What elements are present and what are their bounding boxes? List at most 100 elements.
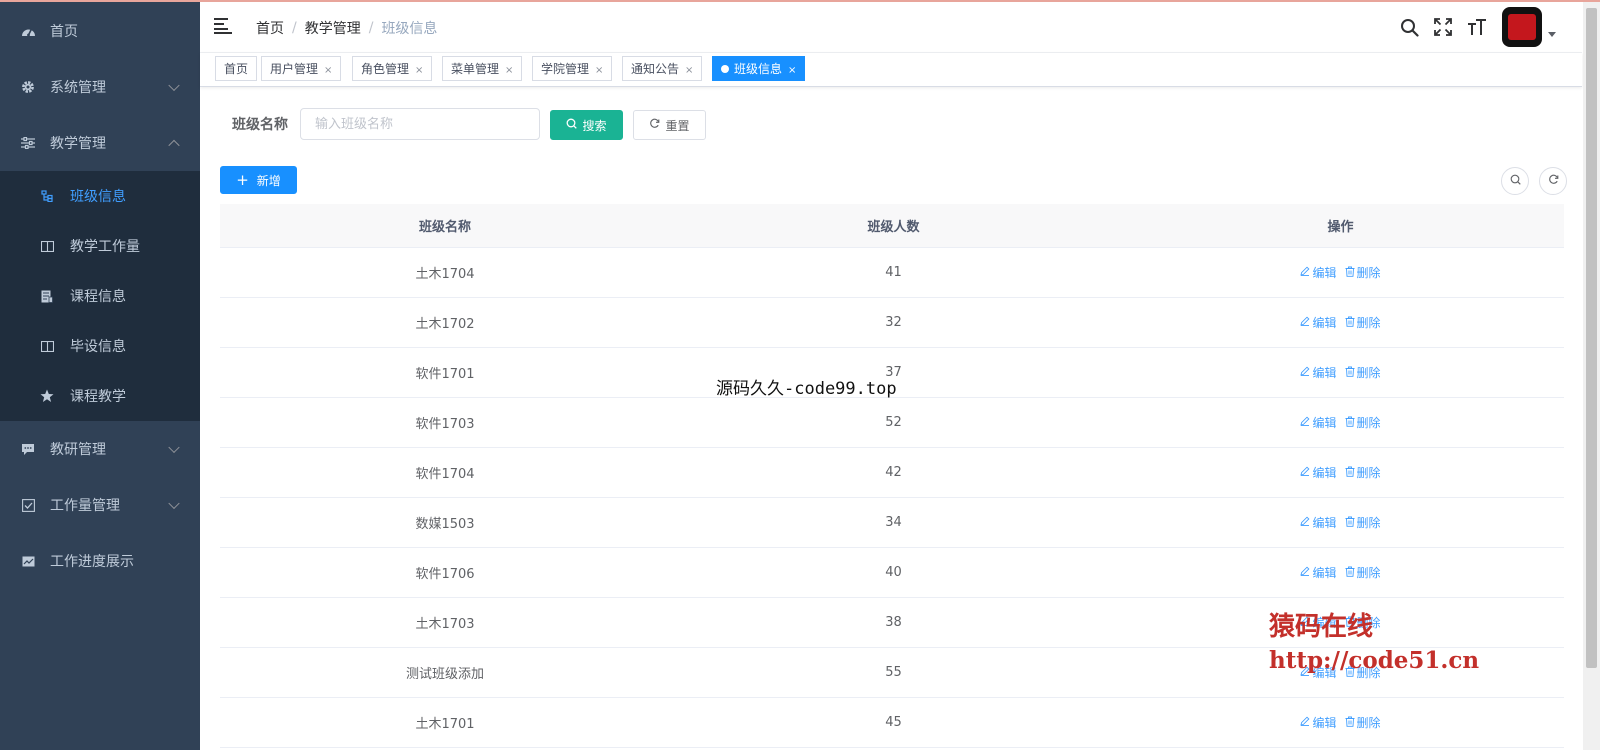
sidebar: 首页 系统管理 教学管理 班级信息 教学工作量 课程信息 毕设信息 课程教学 教… [0,2,200,750]
class-name-input[interactable] [300,108,540,140]
reset-button[interactable]: 重置 [633,110,706,140]
class-name-cell: 软件1701 [415,367,475,382]
refresh-button[interactable] [1539,167,1567,195]
student-count-cell: 42 [885,465,902,480]
table-row: 数媒1503 34 编辑 删除 [220,498,1564,548]
sidebar-item-label: 教学管理 [50,136,106,152]
sidebar-item-course-info[interactable]: 课程信息 [0,271,200,321]
delete-icon [1345,316,1355,330]
edit-label: 编辑 [1312,416,1337,430]
sidebar-item-workload[interactable]: 工作量管理 [0,477,200,533]
sidebar-item-label: 首页 [50,23,78,40]
delete-icon [1345,366,1355,380]
edit-button[interactable]: 编辑 [1300,314,1337,331]
edit-icon [1300,566,1310,579]
delete-button[interactable]: 删除 [1345,414,1381,431]
delete-button[interactable]: 删除 [1345,364,1381,381]
checkbox-icon [20,497,36,513]
sidebar-item-class-info[interactable]: 班级信息 [0,171,200,221]
delete-label: 删除 [1356,466,1381,480]
tag-role-management[interactable]: 角色管理 × [352,56,433,81]
close-icon[interactable]: × [788,65,796,76]
sliders-icon [20,135,36,151]
edit-label: 编辑 [1312,366,1337,380]
toggle-search-button[interactable] [1501,167,1529,195]
actions-cell: 编辑 删除 [1117,298,1564,347]
delete-button[interactable]: 删除 [1345,714,1381,731]
edit-button[interactable]: 编辑 [1300,564,1337,581]
refresh-icon [649,118,660,132]
star-icon [40,389,54,403]
close-icon[interactable]: × [595,65,603,76]
tag-user-management[interactable]: 用户管理 × [261,56,342,81]
scrollbar-thumb[interactable] [1586,8,1597,668]
hamburger-icon[interactable] [214,18,232,34]
chevron-down-icon [168,441,180,454]
table-row: 软件1703 52 编辑 删除 [220,398,1564,448]
breadcrumb-teaching[interactable]: 教学管理 [305,18,361,38]
table-row: 土木1704 41 编辑 删除 [220,248,1564,298]
edit-button[interactable]: 编辑 [1300,414,1337,431]
close-icon[interactable]: × [505,65,513,76]
edit-icon [1300,516,1310,529]
close-icon[interactable]: × [324,65,332,76]
book-icon [40,239,54,253]
delete-button[interactable]: 删除 [1345,464,1381,481]
add-button[interactable]: + 新增 [220,166,297,194]
font-size-icon[interactable] [1460,10,1494,44]
tag-college-management[interactable]: 学院管理 × [532,56,613,81]
actions-cell: 编辑 删除 [1117,498,1564,547]
breadcrumb-home[interactable]: 首页 [256,18,284,38]
active-dot-icon [721,65,729,73]
tag-home[interactable]: 首页 [215,56,258,81]
sidebar-item-system[interactable]: 系统管理 [0,59,200,115]
breadcrumb-separator: / [368,20,374,36]
close-icon[interactable]: × [685,65,693,76]
delete-button[interactable]: 删除 [1345,264,1381,281]
delete-button[interactable]: 删除 [1345,314,1381,331]
close-icon[interactable]: × [415,65,423,76]
sidebar-item-label: 工作量管理 [50,498,120,514]
tag-label: 用户管理 [270,62,319,76]
watermark-brand-cn: 猿码在线 [1269,612,1374,642]
delete-label: 删除 [1356,516,1381,530]
class-name-cell: 软件1703 [415,417,475,432]
edit-button[interactable]: 编辑 [1300,464,1337,481]
tree-icon [40,189,54,203]
sidebar-item-label: 毕设信息 [70,339,126,355]
tag-class-info[interactable]: 班级信息 × [712,56,806,81]
sidebar-item-course-teaching[interactable]: 课程教学 [0,371,200,421]
search-button[interactable]: 搜索 [550,110,623,140]
add-button-label: 新增 [256,173,281,188]
class-name-label: 班级名称 [232,117,288,133]
sidebar-item-progress[interactable]: 工作进度展示 [0,533,200,589]
edit-button[interactable]: 编辑 [1300,514,1337,531]
breadcrumb: 首页 / 教学管理 / 班级信息 [256,18,437,38]
avatar[interactable] [1502,7,1542,47]
class-name-cell: 土木1702 [415,317,475,332]
vertical-scrollbar[interactable] [1583,2,1600,750]
sidebar-item-graduation-design[interactable]: 毕设信息 [0,321,200,371]
edit-button[interactable]: 编辑 [1300,714,1337,731]
sidebar-item-research[interactable]: 教研管理 [0,421,200,477]
sidebar-item-label: 工作进度展示 [50,554,134,570]
edit-label: 编辑 [1312,466,1337,480]
fullscreen-icon[interactable] [1426,10,1460,44]
search-button-label: 搜索 [582,118,607,133]
sidebar-item-teaching-workload[interactable]: 教学工作量 [0,221,200,271]
delete-button[interactable]: 删除 [1345,514,1381,531]
delete-label: 删除 [1356,316,1381,330]
edit-button[interactable]: 编辑 [1300,364,1337,381]
tag-notice[interactable]: 通知公告 × [622,56,703,81]
sidebar-item-teaching[interactable]: 教学管理 [0,115,200,171]
edit-button[interactable]: 编辑 [1300,264,1337,281]
search-icon[interactable] [1392,10,1426,44]
tag-menu-management[interactable]: 菜单管理 × [442,56,523,81]
breadcrumb-separator: / [292,20,297,36]
tag-label: 首页 [224,62,249,76]
sidebar-item-home[interactable]: 首页 [0,2,200,59]
chevron-down-icon [168,79,180,92]
caret-down-icon[interactable] [1548,31,1556,37]
student-count-cell: 55 [885,665,902,680]
delete-button[interactable]: 删除 [1345,564,1381,581]
